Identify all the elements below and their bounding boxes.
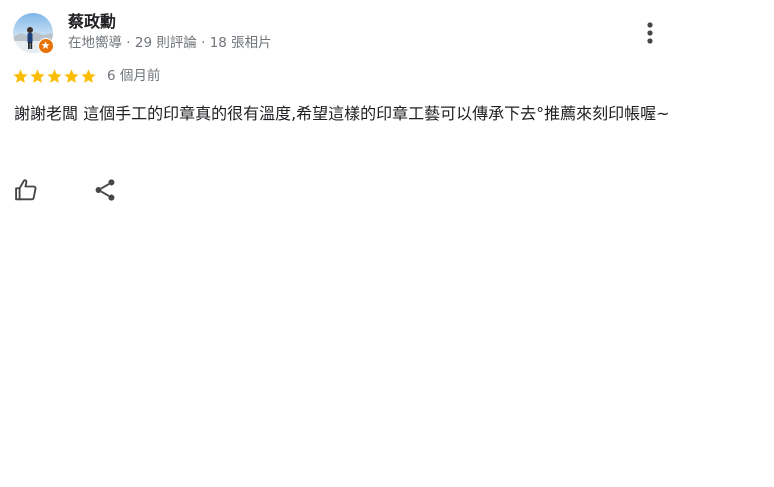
star-icon — [13, 68, 28, 83]
thumb-up-icon — [15, 179, 37, 201]
share-button[interactable] — [91, 176, 119, 204]
reviewer-meta: 在地嚮導 · 29 則評論 · 18 張相片 — [68, 35, 272, 51]
review-text: 謝謝老闆 這個手工的印章真的很有溫度,希望這樣的印章工藝可以傳承下去°推薦來刻印… — [14, 104, 670, 123]
more-options-button[interactable] — [636, 18, 664, 50]
more-vert-icon — [647, 22, 653, 44]
star-icon — [81, 68, 96, 83]
star-rating — [12, 68, 97, 85]
star-icon — [47, 68, 62, 83]
reviewer-name[interactable]: 蔡政勳 — [68, 11, 116, 33]
local-guide-badge-icon — [38, 38, 54, 54]
review-card: 蔡政勳 在地嚮導 · 29 則評論 · 18 張相片 6 個月前 謝謝老闆 這個… — [0, 0, 774, 487]
star-icon — [64, 68, 79, 83]
review-date: 6 個月前 — [107, 68, 161, 84]
star-icon — [30, 68, 45, 83]
share-icon — [95, 179, 115, 201]
rating-row: 6 個月前 — [12, 67, 160, 85]
like-button[interactable] — [12, 176, 40, 204]
